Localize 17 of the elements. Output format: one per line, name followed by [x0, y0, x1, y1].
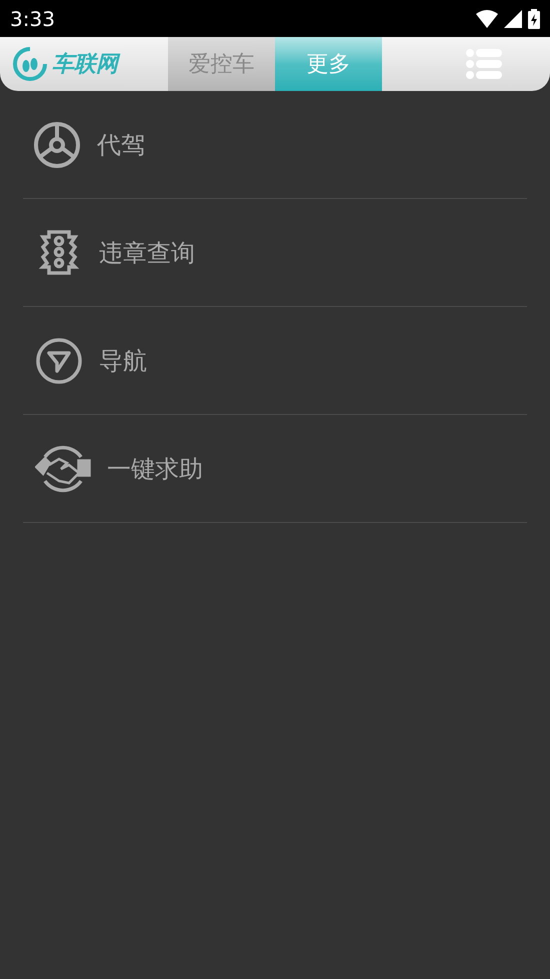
- menu-item[interactable]: 代驾: [23, 91, 527, 199]
- navigation-icon: [35, 336, 83, 384]
- menu-item[interactable]: 导航: [23, 307, 527, 415]
- menu-item[interactable]: 一键求助: [23, 415, 527, 523]
- menu-item[interactable]: 违章查询: [23, 199, 527, 307]
- battery-icon: [528, 8, 540, 28]
- menu-label: 违章查询: [99, 238, 195, 268]
- logo-text: 车联网: [52, 48, 118, 80]
- signal-icon: [504, 10, 522, 28]
- steering-wheel-icon: [33, 120, 81, 168]
- menu-label: 导航: [99, 346, 147, 376]
- logo-icon: [12, 46, 48, 82]
- status-time: 3:33: [10, 6, 55, 32]
- menu-label: 一键求助: [107, 454, 203, 484]
- wifi-icon: [476, 10, 498, 28]
- menu-icon[interactable]: [466, 49, 502, 79]
- menu-label: 代驾: [97, 130, 145, 160]
